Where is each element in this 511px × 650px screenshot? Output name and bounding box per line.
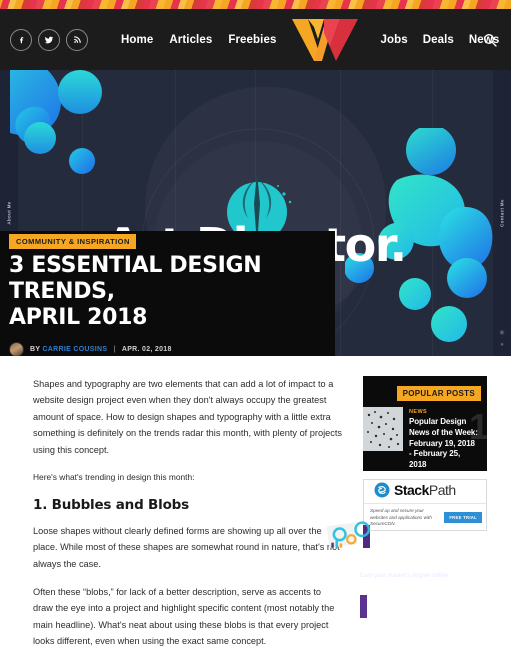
byline-separator: |	[113, 345, 116, 353]
author-avatar	[9, 341, 24, 356]
northwestern-headline: You've got the data — now tell the story…	[360, 549, 502, 569]
sidebar: POPULAR POSTS NEWS Popular Design News o…	[326, 376, 511, 650]
decorative-stripe-band	[0, 0, 511, 9]
post-byline: BY CARRIE COUSINS | APR. 02, 2018	[0, 331, 335, 356]
popular-post-title[interactable]: Popular Design News of the Week: Februar…	[409, 417, 479, 471]
popular-post-kicker: NEWS	[409, 409, 428, 415]
nav-item-deals[interactable]: Deals	[423, 34, 454, 46]
content-area: Shapes and typography are two elements t…	[0, 356, 511, 650]
site-logo[interactable]	[288, 17, 362, 63]
search-icon[interactable]	[479, 29, 501, 51]
article-section-heading: 1. Bubbles and Blobs	[33, 496, 189, 513]
twitter-icon[interactable]	[38, 28, 60, 51]
site-header: Home Articles Freebies Jobs Deals News	[0, 9, 511, 70]
northwestern-brand-row: Northwestern | INFORMATION DESIGN AND ST…	[360, 583, 502, 593]
popular-posts-widget: POPULAR POSTS NEWS Popular Design News o…	[363, 376, 487, 471]
list-item[interactable]: NEWS Popular Design News of the Week: Fe…	[363, 407, 487, 471]
popular-post-thumbnail	[363, 407, 403, 451]
hero-banner: Art Director. About Me Contact Me ◉ ● CO…	[0, 70, 511, 356]
northwestern-chart-art	[326, 521, 371, 548]
popular-posts-header: POPULAR POSTS	[363, 376, 487, 407]
byline-author-link[interactable]: CARRIE COUSINS	[42, 346, 107, 353]
article-paragraph-lead: Here's what's trending in design this mo…	[33, 471, 195, 482]
ad-stackpath[interactable]: StackPath Speed up and secure your websi…	[363, 478, 487, 531]
facebook-icon[interactable]	[10, 28, 32, 51]
nav-item-home[interactable]: Home	[121, 34, 153, 46]
stackpath-brand-light: Path	[428, 482, 456, 498]
popular-post-meta: NEWS Popular Design News of the Week: Fe…	[409, 407, 479, 471]
popular-posts-badge: POPULAR POSTS	[396, 386, 481, 401]
rss-icon[interactable]	[66, 28, 88, 51]
social-links	[10, 28, 88, 51]
byline-date: APR. 02, 2018	[121, 345, 172, 353]
northwestern-program-name: INFORMATION DESIGN AND STRATEGY	[402, 587, 495, 593]
post-title-line-2: APRIL 2018	[9, 304, 148, 330]
article-paragraph-2: Often these “blobs,” for lack of a bette…	[33, 586, 335, 647]
stackpath-icon	[374, 482, 390, 498]
post-category-badge[interactable]: COMMUNITY & INSPIRATION	[9, 234, 136, 249]
stackpath-wordmark: StackPath	[394, 482, 456, 498]
post-title-card: COMMUNITY & INSPIRATION 3 ESSENTIAL DESI…	[0, 231, 335, 356]
northwestern-brand-name: Northwestern	[360, 586, 396, 594]
stackpath-brand-bold: Stack	[394, 482, 429, 498]
ad-northwestern[interactable]: You've got the data — now tell the story…	[326, 521, 502, 619]
byline-text: BY CARRIE COUSINS | APR. 02, 2018	[30, 346, 172, 353]
northwestern-brand-divider: |	[398, 587, 400, 594]
article-body: Shapes and typography are two elements t…	[0, 376, 360, 650]
stackpath-tagline: Speed up and secure your websites and ap…	[370, 508, 432, 527]
northwestern-cta[interactable]: FIND OUT MORE >	[360, 596, 502, 601]
northwestern-subline: Earn your master's degree online.	[360, 573, 450, 580]
post-title-line-1: 3 ESSENTIAL DESIGN TRENDS,	[9, 253, 262, 304]
stackpath-footer: Speed up and secure your websites and ap…	[364, 503, 486, 528]
post-title: 3 ESSENTIAL DESIGN TRENDS, APRIL 2018	[0, 253, 335, 331]
nav-item-jobs[interactable]: Jobs	[380, 34, 407, 46]
article-paragraph-1: Loose shapes without clearly defined for…	[33, 525, 340, 569]
article-paragraph-intro: Shapes and typography are two elements t…	[33, 379, 342, 455]
stackpath-cta-button[interactable]: FREE TRIAL	[444, 512, 482, 524]
byline-prefix: BY	[30, 345, 41, 353]
primary-nav-left: Home Articles Freebies	[121, 34, 276, 46]
nav-item-freebies[interactable]: Freebies	[228, 34, 276, 46]
stackpath-logo-row: StackPath	[364, 482, 486, 498]
nav-item-articles[interactable]: Articles	[169, 34, 212, 46]
